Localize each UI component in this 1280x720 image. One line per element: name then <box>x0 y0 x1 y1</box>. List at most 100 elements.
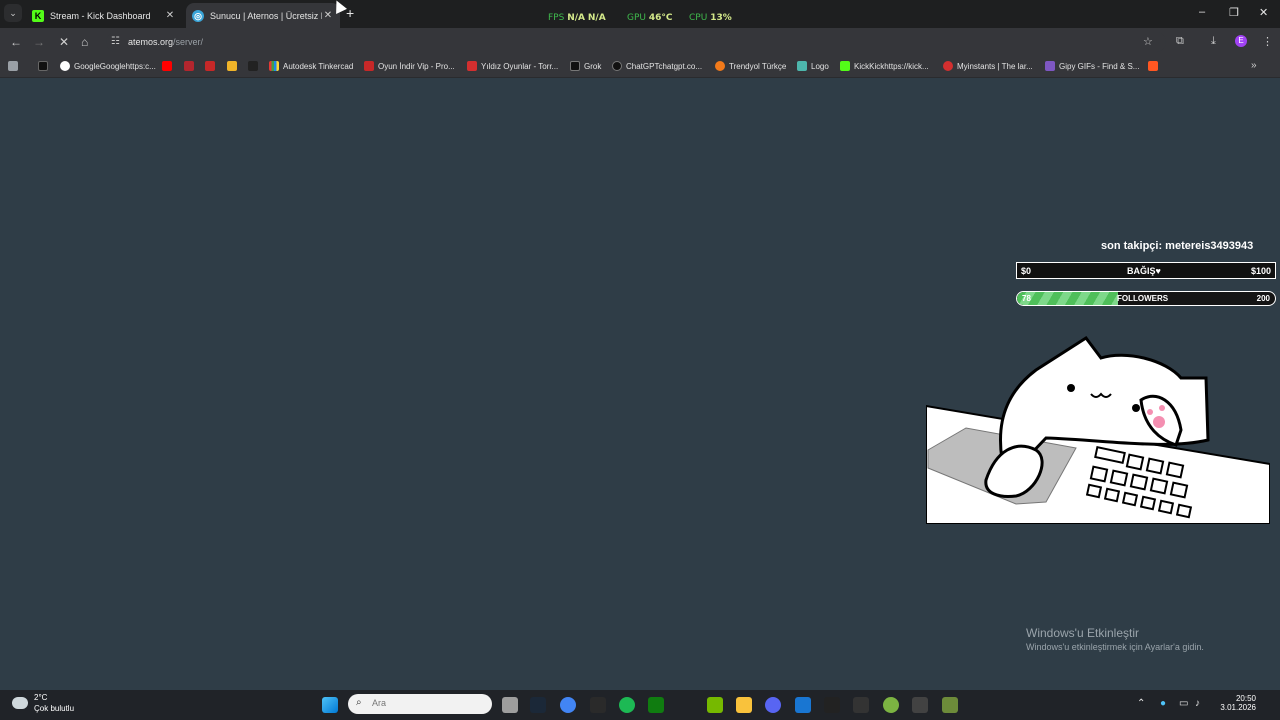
menu-icon[interactable]: ⋮ <box>1262 35 1273 48</box>
chrome-icon[interactable] <box>560 697 576 713</box>
tinkercad-icon <box>269 61 279 71</box>
apps-grid-icon[interactable] <box>8 61 18 71</box>
minecraft-icon[interactable] <box>942 697 958 713</box>
discord-icon[interactable] <box>765 697 781 713</box>
mic-icon[interactable]: ● <box>1160 698 1166 709</box>
close-icon[interactable]: ✕ <box>164 10 176 21</box>
cloud-icon <box>12 697 28 709</box>
bookmark-icon <box>467 61 477 71</box>
tab-search-menu[interactable]: ⌄ <box>4 4 22 22</box>
kick-icon <box>840 61 850 71</box>
app-icon[interactable] <box>795 697 811 713</box>
watermark-subtitle: Windows'u etkinleştirmek için Ayarlar'a … <box>1026 642 1204 652</box>
trendyol-icon <box>715 61 725 71</box>
bookmark-icon[interactable] <box>205 61 215 71</box>
chatgpt-icon <box>612 61 622 71</box>
home-icon[interactable]: ⌂ <box>81 35 88 49</box>
bookmark-grok[interactable]: Grok <box>570 61 601 71</box>
grok-icon <box>570 61 580 71</box>
bongo-cat-overlay <box>926 335 1270 524</box>
minimize-button[interactable]: – <box>1199 6 1205 18</box>
bookmark-myinstants[interactable]: Myinstants | The lar... <box>943 61 1033 71</box>
chevron-up-icon[interactable]: ⌃ <box>1137 698 1145 709</box>
xbox-icon[interactable] <box>648 697 664 713</box>
bookmark-label: ChatGPTchatgpt.co... <box>626 61 703 71</box>
file-explorer-icon[interactable] <box>736 697 752 713</box>
clock-date: 3.01.2026 <box>1220 703 1256 712</box>
youtube-icon[interactable] <box>162 61 172 71</box>
volume-icon[interactable]: ♪ <box>1195 698 1200 709</box>
search-placeholder: Ara <box>372 698 387 708</box>
bookmark-tinkercad[interactable]: Autodesk Tinkercad <box>269 61 353 71</box>
close-window-button[interactable]: ✕ <box>1259 6 1268 19</box>
bookmark-giphy[interactable]: Gipy GIFs - Find & S... <box>1045 61 1139 71</box>
last-follower-text: son takipçi: metereis3493943 <box>1101 240 1254 252</box>
fps-readout: FPS N/A N/A <box>548 13 606 23</box>
site-info-icon[interactable]: ☷ <box>111 36 120 47</box>
settings-icon[interactable] <box>912 697 928 713</box>
profile-avatar[interactable]: E <box>1235 35 1247 47</box>
stop-loading-icon[interactable]: ✕ <box>59 35 69 49</box>
bookmark-label: Gipy GIFs - Find & S... <box>1059 61 1140 71</box>
bookmark-star-icon[interactable]: ☆ <box>1143 35 1153 48</box>
capcut-icon[interactable] <box>824 697 840 713</box>
download-icon[interactable]: ⤓ <box>1211 35 1216 48</box>
steam-icon[interactable] <box>530 697 546 713</box>
back-icon[interactable]: ← <box>10 35 22 49</box>
follower-label: FOLLOWERS <box>1117 294 1169 303</box>
maximize-button[interactable]: ❐ <box>1229 6 1239 19</box>
bookmark-label: Myinstants | The lar... <box>957 61 1033 71</box>
utorrent-icon[interactable] <box>883 697 899 713</box>
gpu-readout: GPU 46°C <box>627 13 673 23</box>
close-icon[interactable]: ✕ <box>322 10 334 21</box>
tab-kick-dashboard[interactable]: K Stream - Kick Dashboard ✕ <box>26 3 182 28</box>
address-bar[interactable] <box>106 32 1166 52</box>
extensions-icon[interactable]: ⧉ <box>1176 35 1184 48</box>
bookmark-kick[interactable]: KickKickhttps://kick... <box>840 61 929 71</box>
donation-min: $0 <box>1021 266 1032 276</box>
gpu-label: GPU <box>627 13 646 23</box>
bookmark-trendyol[interactable]: Trendyol Türkçe <box>715 61 786 71</box>
bookmark-oyun-indir[interactable]: Oyun İndir Vip - Pro... <box>364 61 455 71</box>
follower-current: 78 <box>1022 294 1031 303</box>
nvidia-icon[interactable] <box>707 697 723 713</box>
follower-goal-bar: 78 FOLLOWERS 200 <box>1016 291 1276 306</box>
url-text[interactable]: atemos.org/server/ <box>128 37 203 47</box>
fps-value: N/A <box>567 13 585 23</box>
watermark-title: Windows'u Etkinleştir <box>1026 626 1139 640</box>
bookmark-icon <box>364 61 374 71</box>
spotify-icon[interactable] <box>619 697 635 713</box>
weather-temp: 2°C <box>34 693 48 702</box>
clock[interactable]: 20:50 3.01.2026 <box>1216 694 1256 712</box>
bookmark-icon[interactable] <box>38 61 48 71</box>
new-tab-button[interactable]: + <box>346 5 354 21</box>
bookmark-chatgpt[interactable]: ChatGPTchatgpt.co... <box>612 61 702 71</box>
myinstants-icon <box>943 61 953 71</box>
bookmark-logo[interactable]: Logo <box>797 61 829 71</box>
bookmark-yildiz-oyunlar[interactable]: Yıldız Oyunlar - Torr... <box>467 61 558 71</box>
bookmark-label: Autodesk Tinkercad <box>283 61 354 71</box>
bookmark-icon[interactable] <box>227 61 237 71</box>
bookmark-label: Yıldız Oyunlar - Torr... <box>481 61 559 71</box>
bookmark-label: Grok <box>584 61 602 71</box>
bookmark-label: Oyun İndir Vip - Pro... <box>378 61 455 71</box>
more-bookmarks-icon[interactable]: » <box>1251 60 1257 71</box>
tab-label: Sunucu | Aternos | Ücretsiz Min <box>210 10 322 21</box>
bookmark-icon[interactable] <box>248 61 258 71</box>
bookmark-icon[interactable] <box>1148 61 1158 71</box>
task-view-icon[interactable] <box>502 697 518 713</box>
donation-goal-bar: $0 BAĞIŞ♥ $100 <box>1016 262 1276 279</box>
taskbar-search[interactable]: ⌕ Ara <box>348 694 492 714</box>
forward-icon[interactable]: → <box>33 35 45 49</box>
taskbar <box>0 690 1280 720</box>
network-icon[interactable]: ▭ <box>1179 698 1188 709</box>
start-icon[interactable] <box>322 697 338 713</box>
bookmark-icon[interactable] <box>184 61 194 71</box>
tab-aternos[interactable]: ◎ Sunucu | Aternos | Ücretsiz Min ✕ <box>186 3 340 28</box>
obs-icon[interactable] <box>853 697 869 713</box>
epic-games-icon[interactable] <box>590 697 606 713</box>
donation-max: $100 <box>1250 266 1271 276</box>
follower-progress-fill <box>1017 292 1118 305</box>
bookmark-google[interactable]: GoogleGooglehttps:c... <box>60 61 156 71</box>
giphy-icon <box>1045 61 1055 71</box>
